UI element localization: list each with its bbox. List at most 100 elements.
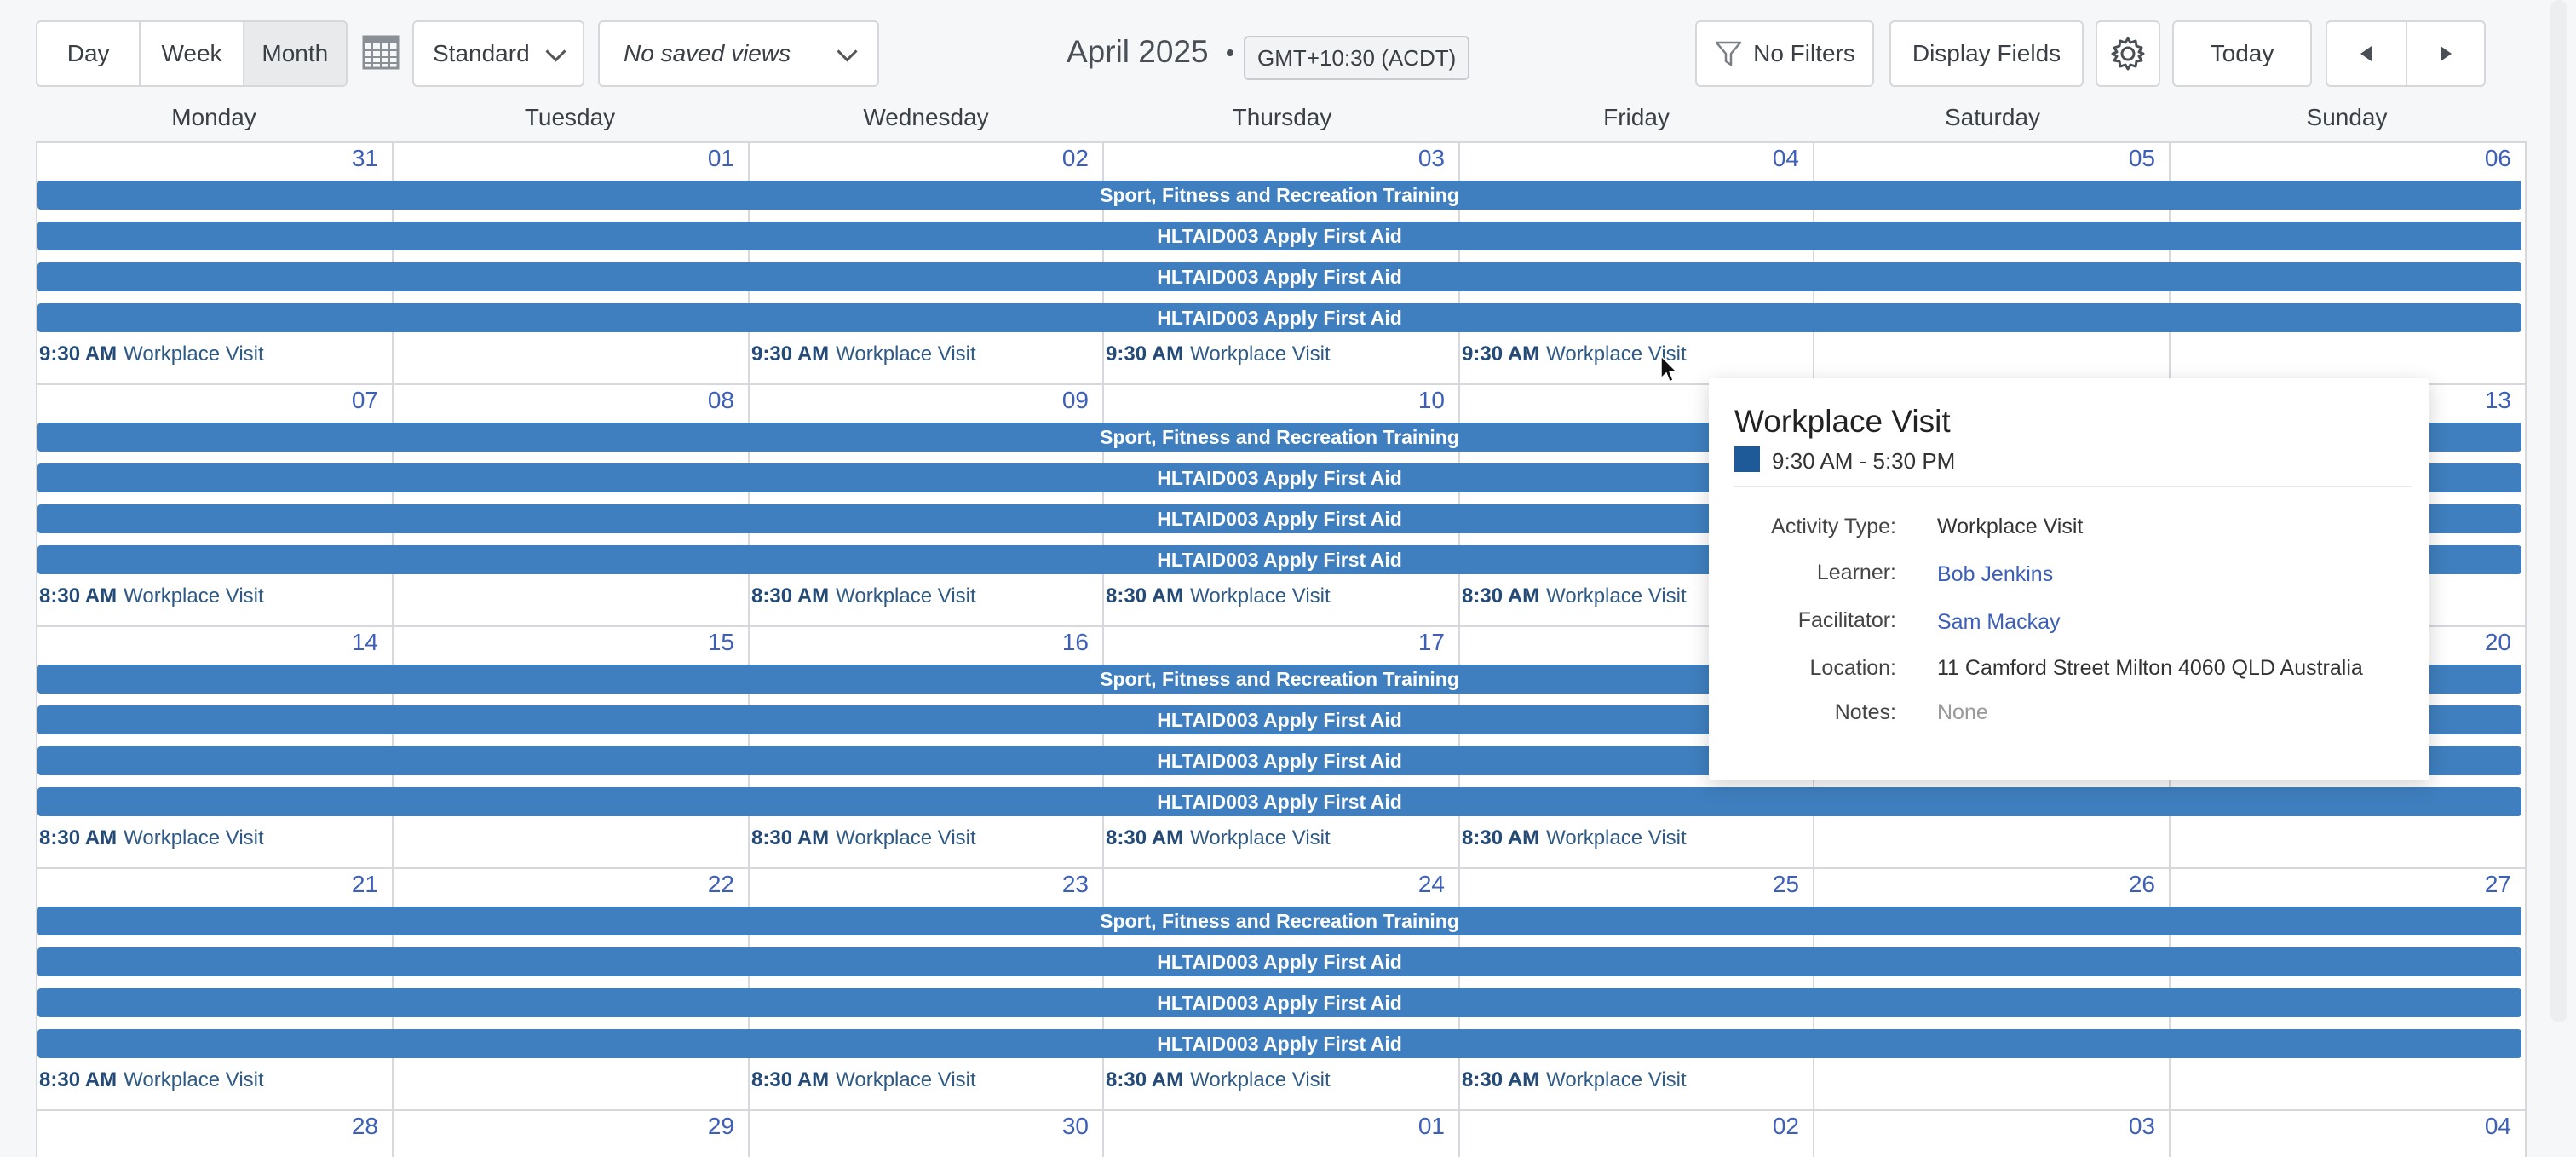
event-time: 8:30 AM [751, 584, 830, 607]
filters-button[interactable]: No Filters [1695, 20, 1874, 87]
day-number[interactable]: 15 [392, 629, 734, 656]
view-week-button[interactable]: Week [141, 22, 244, 85]
day-number[interactable]: 06 [2169, 145, 2511, 172]
day-number[interactable]: 16 [748, 629, 1089, 656]
view-day-button[interactable]: Day [37, 22, 141, 85]
timed-event[interactable]: 8:30 AM Workplace Visit [1462, 1068, 1687, 1092]
day-number[interactable]: 01 [392, 145, 734, 172]
multi-day-event-bar[interactable]: HLTAID003 Apply First Aid [37, 988, 2521, 1017]
event-time: 8:30 AM [1462, 584, 1540, 607]
event-time: 9:30 AM [39, 342, 118, 366]
day-number[interactable]: 25 [1458, 871, 1799, 898]
today-label: Today [2210, 40, 2274, 66]
notes-value: None [1937, 700, 1988, 724]
day-number[interactable]: 22 [392, 871, 734, 898]
day-number[interactable]: 24 [1102, 871, 1445, 898]
timed-event[interactable]: 8:30 AM Workplace Visit [39, 826, 264, 850]
timed-event[interactable]: 9:30 AM Workplace Visit [1106, 342, 1331, 366]
learner-label: Learner: [1816, 561, 1896, 584]
day-number[interactable]: 03 [1813, 1113, 2155, 1140]
timed-event[interactable]: 8:30 AM Workplace Visit [751, 1068, 976, 1092]
learner-link[interactable]: Bob Jenkins [1937, 562, 2053, 587]
day-number[interactable]: 09 [748, 387, 1089, 414]
event-color-swatch [1734, 446, 1760, 472]
multi-day-event-bar[interactable]: HLTAID003 Apply First Aid [37, 1029, 2521, 1058]
event-label: Workplace Visit [1546, 584, 1687, 607]
saved-views-dropdown[interactable]: No saved views [598, 20, 879, 87]
timed-event[interactable]: 8:30 AM Workplace Visit [1462, 584, 1687, 608]
timed-event[interactable]: 8:30 AM Workplace Visit [39, 1068, 264, 1092]
event-label: Workplace Visit [1190, 826, 1331, 849]
timed-event[interactable]: 8:30 AM Workplace Visit [751, 584, 976, 608]
event-label: Workplace Visit [124, 1068, 264, 1091]
location-label: Location: [1809, 656, 1896, 680]
timed-event[interactable]: 8:30 AM Workplace Visit [39, 584, 264, 608]
facilitator-link[interactable]: Sam Mackay [1937, 610, 2060, 635]
layout-dropdown[interactable]: Standard [412, 20, 584, 87]
timed-event[interactable]: 9:30 AM Workplace Visit [751, 342, 976, 366]
day-number[interactable]: 08 [392, 387, 734, 414]
day-number[interactable]: 27 [2169, 871, 2511, 898]
day-number[interactable]: 26 [1813, 871, 2155, 898]
multi-day-event-bar[interactable]: Sport, Fitness and Recreation Training [37, 181, 2521, 210]
display-fields-button[interactable]: Display Fields [1889, 20, 2084, 87]
day-number[interactable]: 07 [36, 387, 378, 414]
multi-day-event-bar[interactable]: HLTAID003 Apply First Aid [37, 262, 2521, 291]
event-label: Workplace Visit [1190, 1068, 1331, 1091]
day-number[interactable]: 04 [2169, 1113, 2511, 1140]
prev-month-button[interactable] [2326, 20, 2407, 87]
event-label: Workplace Visit [1190, 342, 1331, 366]
day-number[interactable]: 17 [1102, 629, 1445, 656]
day-number[interactable]: 29 [392, 1113, 734, 1140]
weekday-saturday: Saturday [1944, 104, 2041, 130]
day-number[interactable]: 14 [36, 629, 378, 656]
event-time: 8:30 AM [751, 1068, 830, 1091]
timed-event[interactable]: 9:30 AM Workplace Visit [39, 342, 264, 366]
multi-day-event-bar[interactable]: Sport, Fitness and Recreation Training [37, 907, 2521, 935]
event-label: Workplace Visit [124, 584, 264, 607]
event-time: 9:30 AM [1106, 342, 1184, 366]
timed-event[interactable]: 8:30 AM Workplace Visit [1106, 584, 1331, 608]
settings-button[interactable] [2096, 20, 2160, 87]
arrow-left-icon [2360, 46, 2372, 61]
timed-event[interactable]: 9:30 AM Workplace Visit [1462, 342, 1687, 366]
layout-dropdown-label: Standard [433, 40, 530, 66]
view-month-button[interactable]: Month [244, 22, 346, 85]
vertical-scrollbar[interactable] [2550, 0, 2567, 1022]
grid-column-divider [2525, 141, 2527, 1157]
calendar-icon[interactable] [361, 32, 400, 72]
day-number[interactable]: 05 [1813, 145, 2155, 172]
timezone-badge[interactable]: GMT+10:30 (ACDT) [1244, 36, 1470, 80]
popup-divider [1734, 486, 2412, 487]
timed-event[interactable]: 8:30 AM Workplace Visit [1106, 826, 1331, 850]
day-number[interactable]: 10 [1102, 387, 1445, 414]
timed-event[interactable]: 8:30 AM Workplace Visit [1106, 1068, 1331, 1092]
chevron-down-icon [545, 41, 566, 62]
day-number[interactable]: 21 [36, 871, 378, 898]
event-label: Workplace Visit [124, 342, 264, 366]
day-number[interactable]: 04 [1458, 145, 1799, 172]
weekday-monday: Monday [171, 104, 256, 130]
day-number[interactable]: 31 [36, 145, 378, 172]
multi-day-event-bar[interactable]: HLTAID003 Apply First Aid [37, 787, 2521, 816]
activity-type-label: Activity Type: [1771, 515, 1896, 538]
day-number[interactable]: 01 [1102, 1113, 1445, 1140]
event-label: Workplace Visit [1546, 1068, 1687, 1091]
gear-icon [2111, 37, 2145, 71]
multi-day-event-bar[interactable]: HLTAID003 Apply First Aid [37, 222, 2521, 250]
day-number[interactable]: 02 [748, 145, 1089, 172]
page-title: April 2025 [1067, 34, 1209, 69]
popup-title: Workplace Visit [1734, 404, 1951, 439]
day-number[interactable]: 28 [36, 1113, 378, 1140]
timed-event[interactable]: 8:30 AM Workplace Visit [1462, 826, 1687, 850]
timed-event[interactable]: 8:30 AM Workplace Visit [751, 826, 976, 850]
today-button[interactable]: Today [2172, 20, 2312, 87]
day-number[interactable]: 03 [1102, 145, 1445, 172]
multi-day-event-bar[interactable]: HLTAID003 Apply First Aid [37, 947, 2521, 976]
day-number[interactable]: 30 [748, 1113, 1089, 1140]
day-number[interactable]: 23 [748, 871, 1089, 898]
event-time: 8:30 AM [39, 826, 118, 849]
next-month-button[interactable] [2406, 20, 2486, 87]
day-number[interactable]: 02 [1458, 1113, 1799, 1140]
multi-day-event-bar[interactable]: HLTAID003 Apply First Aid [37, 303, 2521, 332]
